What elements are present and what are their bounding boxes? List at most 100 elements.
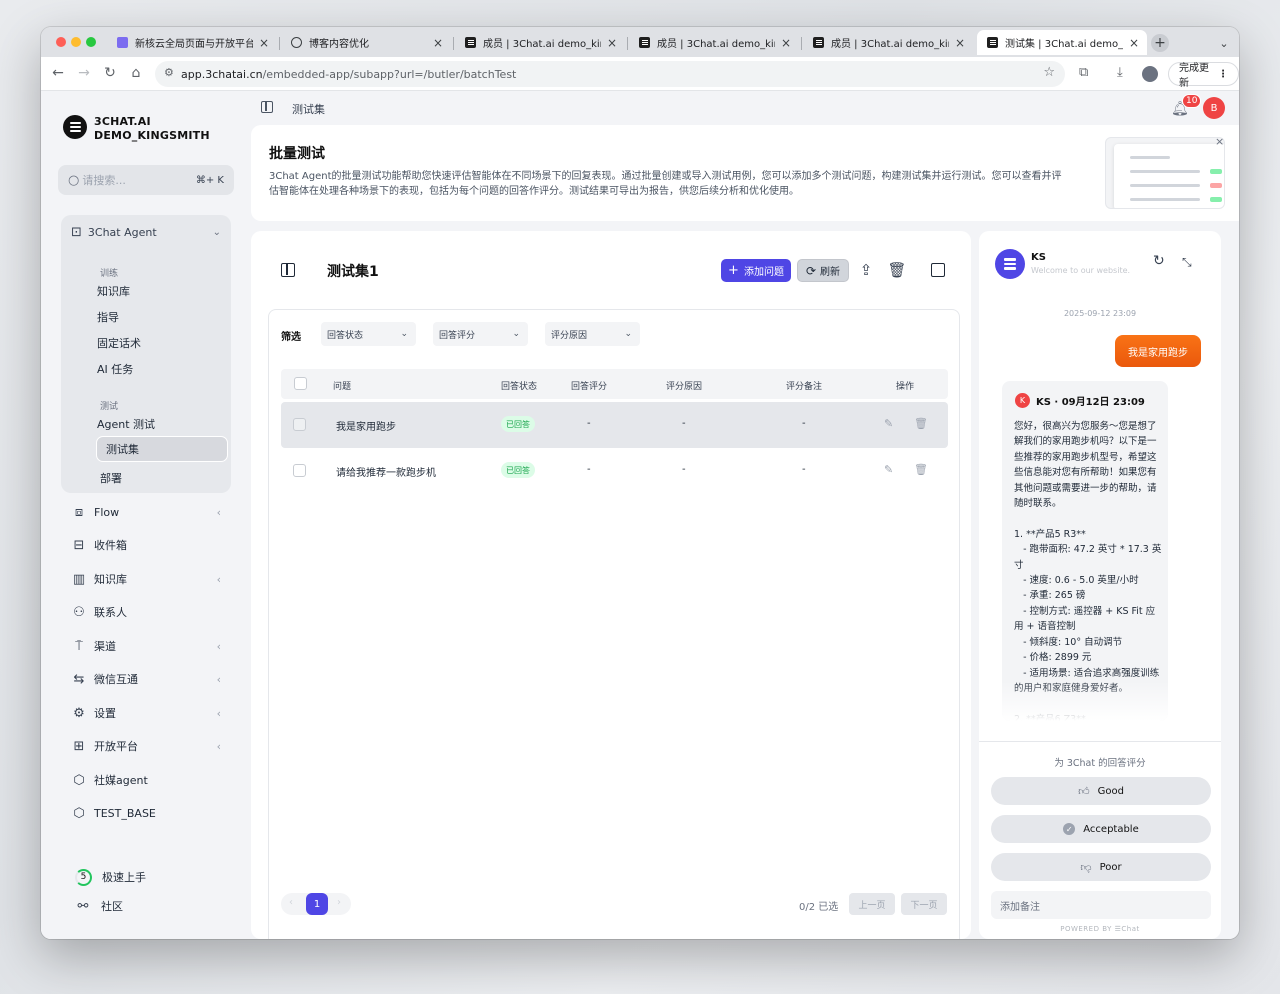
close-tab-icon[interactable]: × <box>433 36 443 50</box>
download-icon[interactable]: ⤓ <box>1117 65 1123 80</box>
tab-strip: 新核云全局页面与开放平台 - 飞 × 博客内容优化 × 成员 | 3Chat.a… <box>41 27 1239 57</box>
sidebar-item-open-platform[interactable]: ⊞ 开放平台 ‹ <box>71 736 221 756</box>
sidebar-item-ai-tasks[interactable]: AI 任务 <box>97 356 133 382</box>
reset-icon[interactable]: ↻ <box>1153 253 1165 269</box>
quickstart-link[interactable]: 5 极速上手 <box>75 867 225 887</box>
rate-acceptable-button[interactable]: ✓ Acceptable <box>991 815 1211 843</box>
row-checkbox[interactable] <box>293 464 306 477</box>
test-set-panel: 测试集1 + 添加问题 ⟳ 刷新 ⇪ 🗑︎ 筛选 回答状态 ⌄ 回答评分 ⌄ 评… <box>251 231 971 939</box>
intro-banner: 批量测试 3Chat Agent的批量测试功能帮助您快速评估智能体在不同场景下的… <box>251 125 1239 221</box>
3chat-favicon-icon <box>987 37 998 48</box>
bookmark-star-icon[interactable]: ☆ <box>1043 65 1055 80</box>
zoom-window-button[interactable] <box>86 37 96 47</box>
thumbs-up-icon: 👍︎ <box>1078 784 1090 798</box>
sidebar-item-knowledge[interactable]: 知识库 <box>97 278 130 304</box>
close-tab-icon[interactable]: × <box>1129 36 1139 50</box>
chevron-left-icon: ‹ <box>216 639 221 653</box>
sidebar-item-channels[interactable]: ⍑ 渠道 ‹ <box>71 636 221 656</box>
browser-tab-active[interactable]: 测试集 | 3Chat.ai demo_kingsmith × <box>977 30 1147 55</box>
close-tab-icon[interactable]: × <box>259 36 269 50</box>
table-row[interactable]: 请给我推荐一款跑步机 已回答 - - - ✎ 🗑︎ <box>281 448 948 494</box>
notification-badge: 10 <box>1182 94 1202 108</box>
workspace-name[interactable]: 3CHAT.AI DEMO_KINGSMITH <box>94 115 210 143</box>
close-tab-icon[interactable]: × <box>607 36 617 50</box>
bot-welcome: Welcome to our website. <box>1031 266 1131 275</box>
rate-good-button[interactable]: 👍︎ Good <box>991 777 1211 805</box>
sidebar-item-settings[interactable]: ⚙ 设置 ‹ <box>71 703 221 723</box>
chevron-down-icon: ⌄ <box>512 329 520 339</box>
sidebar-item-contacts[interactable]: ⚇ 联系人 <box>71 602 221 622</box>
sidebar-item-test-base[interactable]: ⬡ TEST_BASE <box>71 803 221 823</box>
page-number-current[interactable]: 1 <box>306 893 328 915</box>
close-window-button[interactable] <box>56 37 66 47</box>
sidebar-item-guidance[interactable]: 指导 <box>97 304 119 330</box>
trash-icon[interactable]: 🗑︎ <box>887 261 906 279</box>
filter-answer-status[interactable]: 回答状态 ⌄ <box>321 322 416 346</box>
chat-preview-panel: KS Welcome to our website. ↻ ⤡ 2025-09-1… <box>979 231 1221 939</box>
browser-tab[interactable]: 成员 | 3Chat.ai demo_kingsmith × <box>803 30 973 55</box>
tab-search-chevron-icon[interactable]: ⌄ <box>1215 34 1233 52</box>
browser-tab[interactable]: 成员 | 3Chat.ai demo_kingsmith × <box>629 30 799 55</box>
plus-icon: + <box>728 263 739 278</box>
chevron-left-icon: ‹ <box>216 672 221 686</box>
row-checkbox[interactable] <box>293 418 306 431</box>
update-button[interactable]: 完成更新 ⋮ <box>1168 62 1239 89</box>
close-tab-icon[interactable]: × <box>955 36 965 50</box>
panel-toggle-icon[interactable] <box>281 263 295 277</box>
sidebar-item-wechat[interactable]: ⇆ 微信互通 ‹ <box>71 669 221 689</box>
browser-tab[interactable]: 成员 | 3Chat.ai demo_kingsmith × <box>455 30 625 55</box>
profile-avatar[interactable] <box>1142 66 1158 82</box>
avatar[interactable]: B <box>1203 97 1225 119</box>
browser-tab[interactable]: 博客内容优化 × <box>281 30 451 55</box>
rate-poor-button[interactable]: 👎︎ Poor <box>991 853 1211 881</box>
sidebar-item-flow[interactable]: ⧈ Flow ‹ <box>71 502 221 522</box>
delete-icon[interactable]: 🗑︎ <box>914 463 928 476</box>
sidebar-item-test-set[interactable]: 测试集 <box>96 436 228 462</box>
agent-section-header[interactable]: ⊡ 3Chat Agent ⌄ <box>71 225 221 240</box>
chevron-left-icon: ‹ <box>216 706 221 720</box>
select-all-checkbox[interactable] <box>294 377 307 390</box>
filter-answer-score[interactable]: 回答评分 ⌄ <box>433 322 528 346</box>
sidebar-item-social-agent[interactable]: ⬡ 社媒agent <box>71 770 221 790</box>
minimize-icon[interactable]: ⤡ <box>1182 255 1192 270</box>
chevron-left-icon: ‹ <box>216 572 221 586</box>
home-icon[interactable]: ⌂ <box>127 65 145 81</box>
table-row[interactable]: 我是家用跑步 已回答 - - - ✎ 🗑︎ <box>281 402 948 448</box>
edit-icon[interactable]: ✎ <box>884 417 893 430</box>
sidebar-item-agent-test[interactable]: Agent 测试 <box>97 411 155 437</box>
next-page-button[interactable]: 下一页 <box>901 893 947 915</box>
export-icon[interactable]: ⇪ <box>857 261 875 279</box>
community-link[interactable]: ⚯ 社区 <box>75 896 225 916</box>
minimize-window-button[interactable] <box>71 37 81 47</box>
address-bar[interactable]: ⚙ app.3chatai.cn/embedded-app/subapp?url… <box>155 61 1065 87</box>
sidebar-item-deploy[interactable]: 部署 <box>100 465 122 491</box>
sidebar-item-canned-replies[interactable]: 固定话术 <box>97 330 141 356</box>
browser-toolbar: ← → ↻ ⌂ ⚙ app.3chatai.cn/embedded-app/su… <box>41 57 1239 91</box>
delete-icon[interactable]: 🗑︎ <box>914 417 928 430</box>
close-tab-icon[interactable]: × <box>781 36 791 50</box>
sidebar-item-library[interactable]: ▥ 知识库 ‹ <box>71 569 221 589</box>
chat-panel-toggle-icon[interactable] <box>931 263 945 277</box>
extensions-icon[interactable]: ⧉ <box>1079 65 1088 80</box>
sidebar-toggle-icon[interactable] <box>261 101 273 113</box>
new-tab-icon[interactable]: + <box>1151 34 1169 52</box>
browser-tab[interactable]: 新核云全局页面与开放平台 - 飞 × <box>107 30 277 55</box>
agent-section: ⊡ 3Chat Agent ⌄ 训练 知识库 指导 固定话术 AI 任务 测试 … <box>61 215 231 493</box>
refresh-icon: ⟳ <box>805 263 817 278</box>
prev-page-button[interactable]: 上一页 <box>849 893 895 915</box>
filter-score-reason[interactable]: 评分原因 ⌄ <box>545 322 640 346</box>
site-settings-icon[interactable]: ⚙ <box>164 66 174 79</box>
forward-icon[interactable]: → <box>75 65 93 81</box>
reload-icon[interactable]: ↻ <box>101 65 119 81</box>
note-input[interactable]: 添加备注 <box>991 891 1211 919</box>
close-icon[interactable]: × <box>1215 135 1224 148</box>
add-question-button[interactable]: + 添加问题 <box>721 259 791 282</box>
sidebar-search[interactable]: ○ 请搜索... ⌘+ K <box>58 165 234 195</box>
message-timestamp: 2025-09-12 23:09 <box>1063 309 1137 318</box>
chevron-right-icon[interactable]: › <box>337 897 341 908</box>
chevron-left-icon[interactable]: ‹ <box>289 897 293 908</box>
edit-icon[interactable]: ✎ <box>884 463 893 476</box>
sidebar-item-inbox[interactable]: ⊟ 收件箱 <box>71 535 221 555</box>
refresh-button[interactable]: ⟳ 刷新 <box>797 259 849 282</box>
back-icon[interactable]: ← <box>49 65 67 81</box>
